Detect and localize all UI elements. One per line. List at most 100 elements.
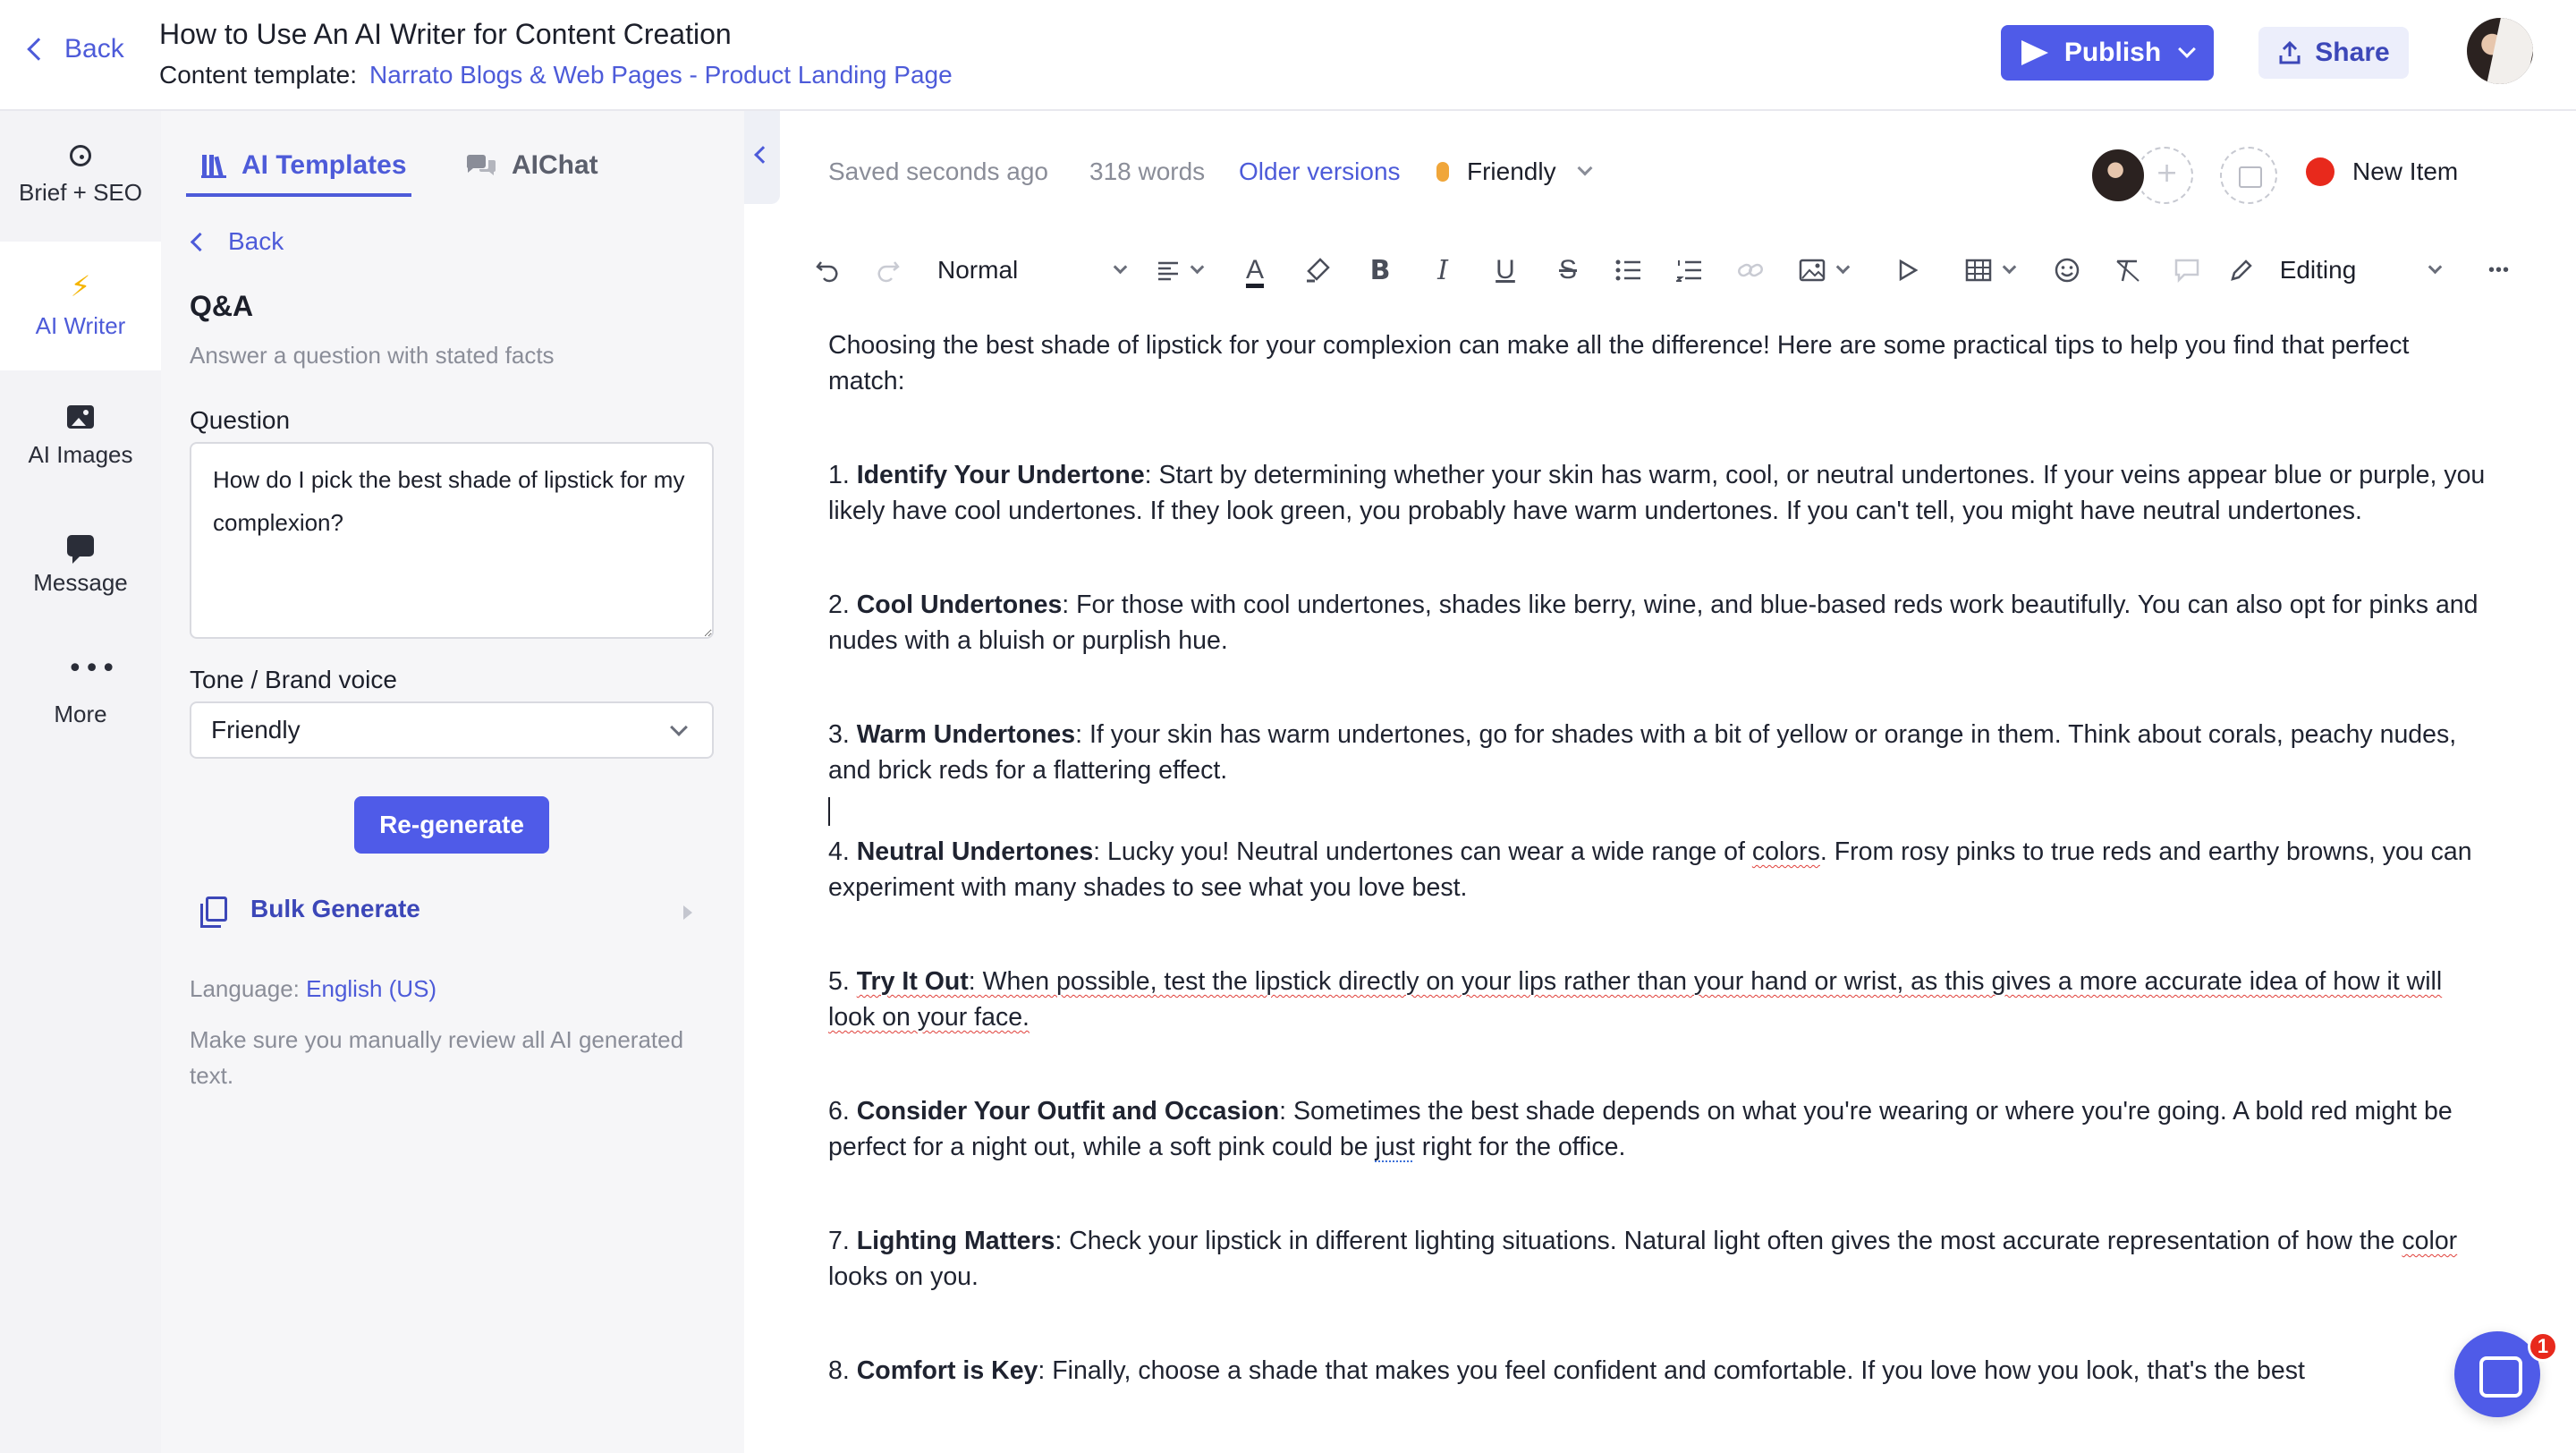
spelling-flag[interactable]: color (2402, 1227, 2457, 1255)
caret-right-icon[interactable] (683, 905, 692, 920)
tip-number: 7. (828, 1227, 850, 1255)
status-dropdown[interactable]: New Item (2306, 157, 2458, 186)
bullet-list-icon (1615, 259, 1640, 281)
collaborator-avatar[interactable] (2089, 147, 2147, 204)
tab-aichat[interactable]: AIChat (465, 136, 598, 195)
font-color-icon: A (1245, 255, 1264, 285)
template-title: Q&A (190, 290, 254, 322)
message-icon (67, 534, 94, 564)
link-button[interactable] (1728, 249, 1773, 292)
insert-video-button[interactable] (1885, 249, 1930, 292)
tip-text: : Finally, choose a shade that makes you… (1038, 1356, 2305, 1385)
intro-paragraph: Choosing the best shade of lipstick for … (828, 331, 2410, 395)
copy-icon (200, 896, 227, 928)
play-icon (1899, 259, 1919, 282)
pencil-icon (2231, 259, 2252, 281)
regenerate-button[interactable]: Re-generate (354, 796, 549, 854)
panel-back-label: Back (228, 227, 284, 255)
collapse-panel-button[interactable] (744, 111, 780, 204)
numbered-list-icon (1676, 260, 1701, 282)
tone-value: Friendly (211, 716, 301, 743)
bullet-list-button[interactable] (1606, 249, 1651, 292)
back-button[interactable]: Back (25, 34, 124, 64)
active-tab-indicator (186, 193, 411, 197)
document-body[interactable]: Choosing the best shade of lipstick for … (828, 327, 2492, 1389)
tab-ai-templates[interactable]: AI Templates (200, 136, 407, 195)
tab-label: AIChat (512, 150, 598, 180)
rail-item-brief-seo[interactable]: Brief + SEO (0, 111, 161, 240)
grammar-flag[interactable]: just (1376, 1133, 1415, 1161)
rail-label: More (54, 700, 107, 727)
insert-image-select[interactable] (1789, 249, 1857, 292)
language-prefix: Language: (190, 975, 300, 1002)
rail-item-ai-images[interactable]: AI Images (0, 372, 161, 501)
editing-mode-value: Editing (2279, 256, 2357, 284)
emoji-button[interactable] (2045, 249, 2089, 292)
chevron-down-icon (2002, 259, 2016, 274)
tone-label: Tone / Brand voice (190, 666, 397, 693)
tip-title: Cool Undertones (856, 591, 1063, 619)
highlight-button[interactable] (1295, 249, 1340, 292)
underline-icon: U (1496, 255, 1515, 285)
tone-dropdown-value: Friendly (1467, 157, 1556, 185)
tip-title: Comfort is Key (856, 1356, 1038, 1385)
tip-title: Warm Undertones (856, 720, 1076, 749)
publish-label: Publish (2063, 38, 2162, 67)
italic-icon: I (1437, 254, 1448, 286)
comment-button[interactable] (2165, 249, 2209, 292)
numbered-list-button[interactable] (1667, 249, 1712, 292)
clear-format-button[interactable] (2106, 249, 2150, 292)
redo-button[interactable] (866, 249, 911, 292)
status-dot (2306, 157, 2334, 186)
template-link[interactable]: Narrato Blogs & Web Pages - Product Land… (369, 61, 953, 89)
target-icon (70, 144, 91, 166)
redo-icon (877, 261, 900, 283)
italic-button[interactable]: I (1420, 249, 1465, 292)
share-button[interactable]: Share (2258, 27, 2409, 79)
publish-button[interactable]: Publish (2001, 25, 2214, 81)
panel-back-button[interactable]: Back (188, 227, 284, 256)
tab-label: AI Templates (242, 150, 407, 180)
older-versions-link[interactable]: Older versions (1239, 157, 1401, 186)
font-color-button[interactable]: A (1233, 249, 1277, 292)
rail-item-message[interactable]: Message (0, 501, 161, 630)
chevron-left-icon (27, 38, 50, 61)
notification-badge: 1 (2528, 1331, 2558, 1362)
editing-mode-select[interactable]: Editing (2229, 249, 2443, 292)
tip-title: Consider Your Outfit and Occasion (856, 1097, 1280, 1126)
question-input[interactable]: How do I pick the best shade of lipstick… (190, 442, 714, 639)
underline-button[interactable]: U (1483, 249, 1528, 292)
rail-item-more[interactable]: ••• More (0, 630, 161, 759)
tone-select[interactable]: Friendly (190, 701, 714, 759)
language-value[interactable]: English (US) (306, 975, 436, 1002)
ai-writer-panel: AI Templates AIChat Back Q&A Answer a qu… (161, 111, 744, 1453)
tip-title: Lighting Matters (856, 1227, 1055, 1255)
flagged-sentence[interactable]: Try It Out: When possible, test the lips… (828, 967, 2442, 1032)
image-icon (1799, 259, 1825, 282)
back-label: Back (64, 34, 124, 64)
bulk-generate-button[interactable]: Bulk Generate (200, 895, 420, 928)
tip-text: : For those with cool undertones, shades… (828, 591, 2479, 655)
left-rail: Brief + SEO ⚡ AI Writer AI Images Messag… (0, 111, 161, 1453)
rail-label: Brief + SEO (19, 178, 142, 206)
bold-button[interactable]: B (1358, 249, 1402, 292)
text-cursor (828, 794, 2492, 829)
tip-paragraph: 5. Try It Out: When possible, test the l… (828, 964, 2492, 1035)
tip-text: looks on you. (828, 1262, 979, 1291)
text-style-select[interactable]: Normal (937, 249, 1128, 292)
chevron-down-icon (670, 718, 688, 736)
user-avatar[interactable] (2467, 18, 2533, 84)
align-select[interactable] (1145, 249, 1213, 292)
strikethrough-button[interactable]: S (1546, 249, 1590, 292)
tone-dropdown[interactable]: Friendly (1436, 157, 1593, 186)
clear-format-icon (2116, 259, 2140, 282)
more-options-button[interactable]: ••• (2474, 249, 2524, 292)
undo-button[interactable] (805, 249, 850, 292)
insert-table-select[interactable] (1952, 249, 2027, 292)
rail-item-ai-writer[interactable]: ⚡ AI Writer (0, 242, 161, 370)
spelling-flag[interactable]: colors (1752, 837, 1820, 866)
schedule-button[interactable] (2220, 147, 2277, 204)
